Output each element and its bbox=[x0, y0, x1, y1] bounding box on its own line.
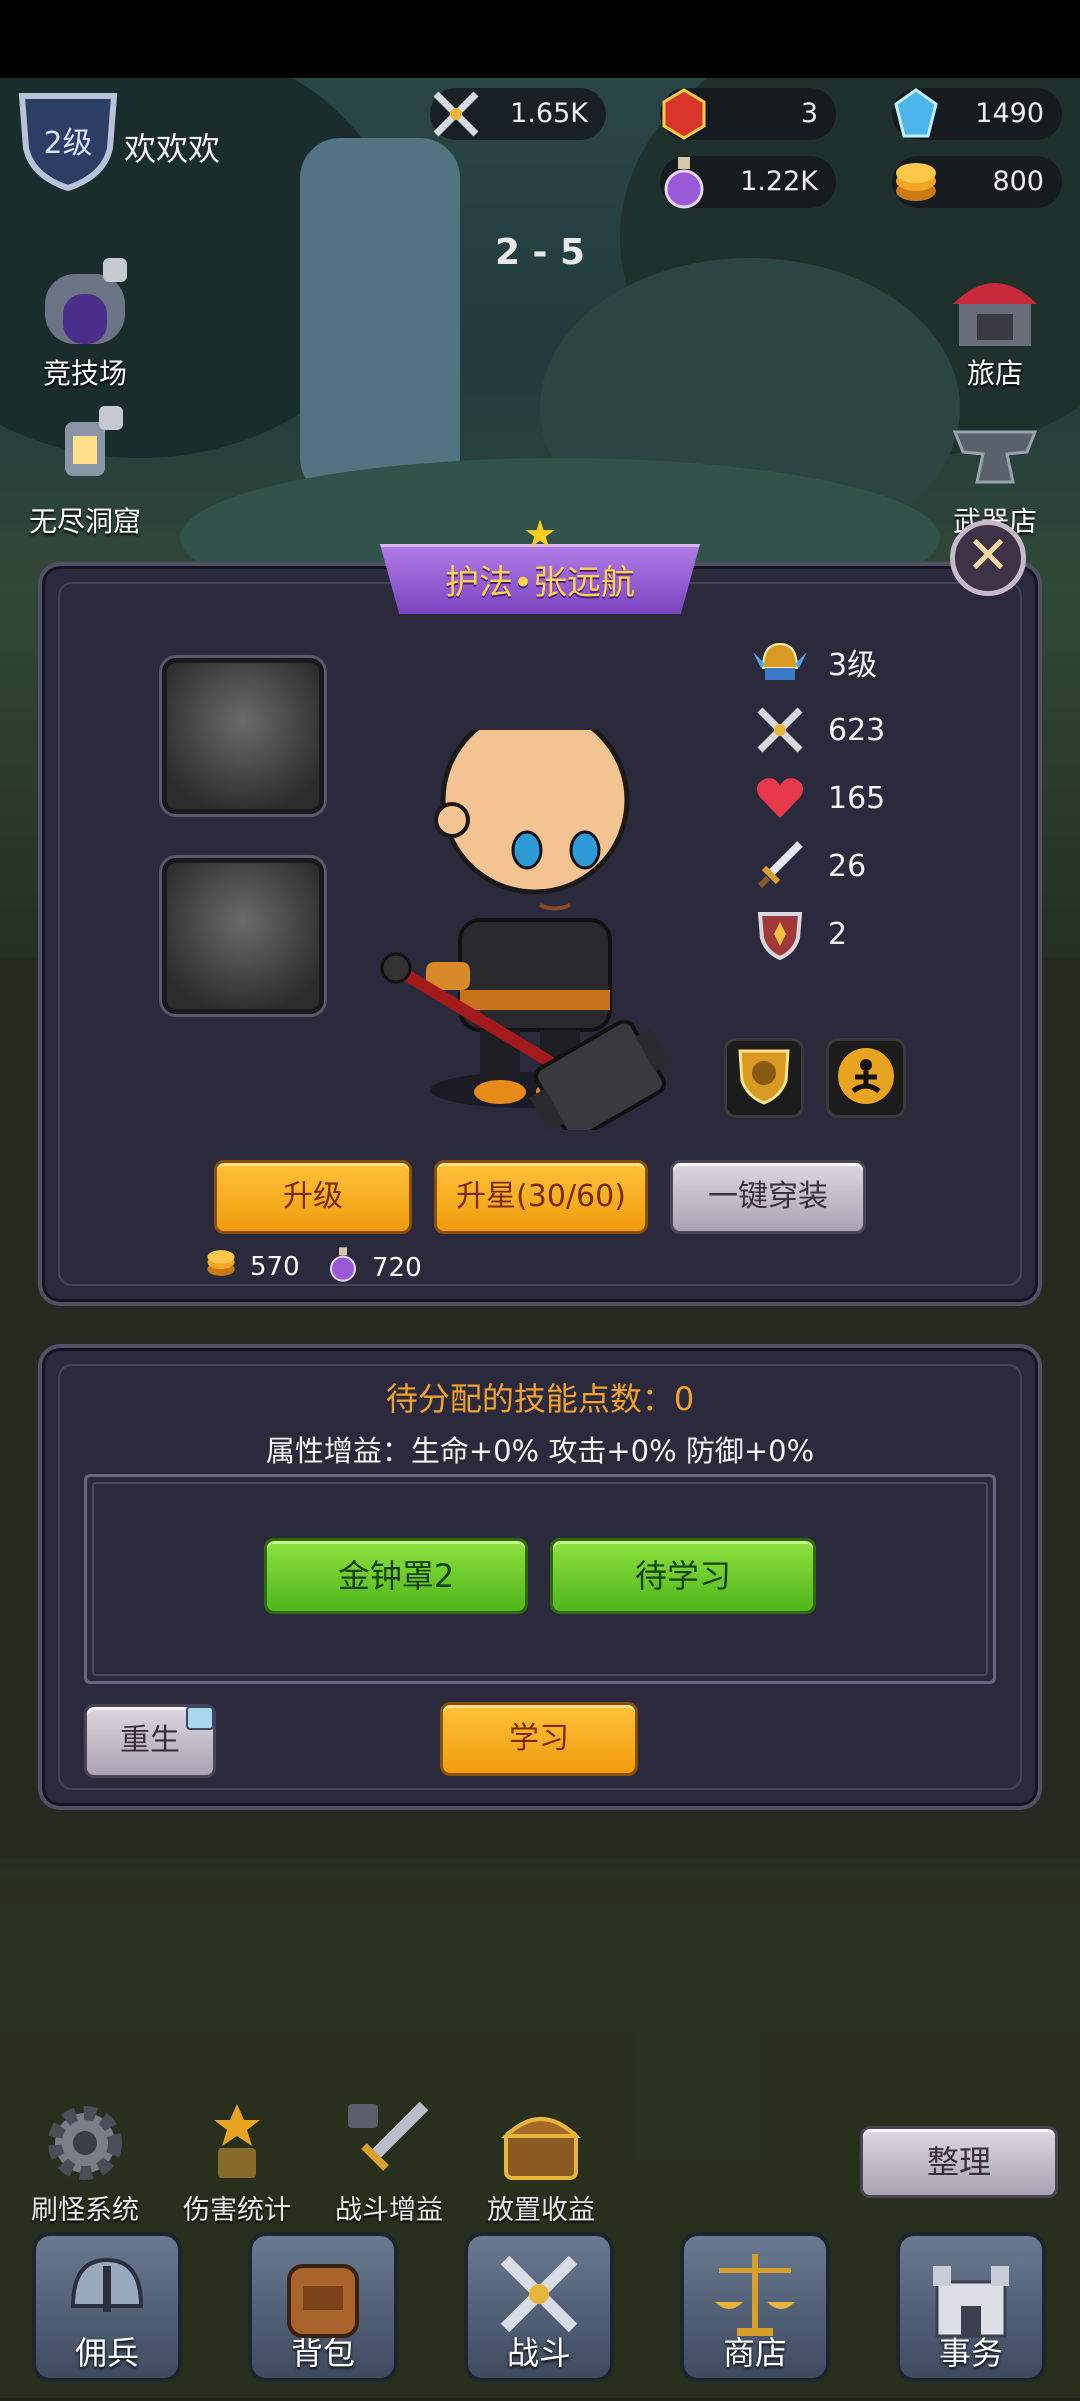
potion-icon bbox=[656, 154, 712, 210]
stat-defense-value: 2 bbox=[828, 916, 848, 952]
crossed-swords-icon bbox=[428, 86, 484, 142]
potion-icon bbox=[326, 1246, 360, 1289]
winged-helmet-icon bbox=[750, 634, 810, 690]
attribute-bonus-label: 属性增益：生命+0% 攻击+0% 防御+0% bbox=[265, 1434, 815, 1468]
stat-hp-value: 165 bbox=[828, 780, 886, 816]
upgrade-button[interactable]: 升级 bbox=[214, 1160, 412, 1234]
battle-boost-label: 战斗增益 bbox=[335, 2195, 443, 2226]
status-bar bbox=[0, 0, 1080, 78]
blue-gem-value: 1490 bbox=[975, 98, 1044, 129]
skill-slot-2-button[interactable]: 待学习 bbox=[550, 1538, 816, 1614]
trophy-star-icon bbox=[172, 2098, 302, 2188]
close-icon: ✕ bbox=[966, 526, 1010, 586]
endless-cave-button[interactable]: 无尽洞窟 bbox=[20, 402, 150, 540]
crossed-swords-icon bbox=[468, 2244, 610, 2344]
skill-points-label: 待分配的技能点数：0 bbox=[385, 1380, 695, 1418]
weapon-shop-button[interactable]: 武器店 bbox=[930, 402, 1060, 540]
coin-stack-icon bbox=[888, 154, 944, 210]
stat-level: 3级 bbox=[750, 634, 990, 690]
scales-icon bbox=[684, 2244, 826, 2344]
nav-mercenary[interactable]: 佣兵 bbox=[32, 2232, 182, 2382]
monster-system-label: 刷怪系统 bbox=[31, 2195, 139, 2226]
shield-icon bbox=[750, 906, 810, 962]
skill-slots-frame-inner bbox=[92, 1482, 988, 1676]
nav-affairs[interactable]: 事务 bbox=[896, 2232, 1046, 2382]
stat-attack-value: 26 bbox=[828, 848, 867, 884]
coin-cost-value: 570 bbox=[250, 1251, 300, 1282]
hero-character bbox=[380, 705, 671, 1141]
power-value: 1.65K bbox=[510, 98, 588, 129]
potion-cost-value: 720 bbox=[372, 1252, 422, 1283]
video-ad-icon bbox=[186, 1706, 214, 1730]
arena-gate-icon bbox=[35, 254, 135, 350]
lion-shield-skill-button[interactable] bbox=[724, 1038, 804, 1118]
rebirth-label: 重生 bbox=[120, 1723, 180, 1758]
idle-rewards-button[interactable]: 放置收益 bbox=[476, 2098, 606, 2227]
potion-value: 1.22K bbox=[740, 166, 818, 197]
stage-indicator: 2 - 5 bbox=[494, 232, 586, 273]
red-gem-icon bbox=[656, 86, 712, 142]
gear-icon bbox=[20, 2098, 150, 2188]
sword-tv-icon bbox=[324, 2098, 454, 2188]
battle-boost-button[interactable]: 战斗增益 bbox=[324, 2098, 454, 2227]
inn-icon bbox=[945, 254, 1045, 350]
coin-value: 800 bbox=[992, 166, 1044, 197]
meditation-icon bbox=[835, 1045, 897, 1111]
hero-name: 护法•张远航 bbox=[444, 563, 636, 603]
organize-button[interactable]: 整理 bbox=[860, 2126, 1058, 2198]
meditation-skill-button[interactable] bbox=[826, 1038, 906, 1118]
heart-icon bbox=[750, 770, 810, 826]
player-name: 欢欢欢 bbox=[124, 130, 221, 168]
sword-icon bbox=[750, 838, 810, 894]
equipment-slot-1[interactable] bbox=[162, 658, 324, 814]
stat-power-value: 623 bbox=[828, 712, 886, 748]
stat-level-value: 3级 bbox=[828, 648, 878, 683]
blue-gem-icon bbox=[888, 86, 944, 142]
coin-stack-icon bbox=[204, 1246, 238, 1287]
nav-battle[interactable]: 战斗 bbox=[464, 2232, 614, 2382]
treasure-chest-icon bbox=[476, 2098, 606, 2188]
damage-stats-button[interactable]: 伤害统计 bbox=[172, 2098, 302, 2227]
stat-defense: 2 bbox=[750, 906, 990, 962]
inn-button[interactable]: 旅店 bbox=[930, 254, 1060, 392]
cave-lantern-icon bbox=[35, 402, 135, 498]
castle-icon bbox=[900, 2244, 1042, 2344]
player-level: 2级 bbox=[43, 126, 93, 161]
equip-all-button[interactable]: 一键穿装 bbox=[670, 1160, 866, 1234]
red-gem-value: 3 bbox=[800, 98, 818, 129]
endless-cave-label: 无尽洞窟 bbox=[28, 505, 141, 538]
star-icon: ★ bbox=[523, 512, 558, 556]
skill-slot-1-button[interactable]: 金钟罩2 bbox=[264, 1538, 528, 1614]
upgrade-potion-cost: 720 bbox=[326, 1246, 422, 1289]
stat-power: 623 bbox=[750, 702, 990, 758]
arena-button[interactable]: 竞技场 bbox=[20, 254, 150, 392]
helmet-icon bbox=[36, 2244, 178, 2344]
backpack-icon bbox=[252, 2244, 394, 2344]
monster-system-button[interactable]: 刷怪系统 bbox=[20, 2098, 150, 2227]
stat-hp: 165 bbox=[750, 770, 990, 826]
damage-stats-label: 伤害统计 bbox=[183, 2195, 291, 2226]
inn-label: 旅店 bbox=[966, 357, 1023, 390]
arena-label: 竞技场 bbox=[42, 357, 127, 390]
upgrade-coin-cost: 570 bbox=[204, 1246, 300, 1287]
close-button[interactable]: ✕ bbox=[950, 520, 1026, 596]
learn-button[interactable]: 学习 bbox=[440, 1702, 638, 1776]
equipment-slot-2[interactable] bbox=[162, 858, 324, 1014]
idle-rewards-label: 放置收益 bbox=[487, 2195, 595, 2226]
star-up-button[interactable]: 升星(30/60) bbox=[434, 1160, 648, 1234]
nav-backpack[interactable]: 背包 bbox=[248, 2232, 398, 2382]
lion-shield-icon bbox=[734, 1045, 794, 1111]
stat-attack: 26 bbox=[750, 838, 990, 894]
anvil-icon bbox=[945, 402, 1045, 498]
crossed-swords-icon bbox=[750, 702, 810, 758]
nav-shop[interactable]: 商店 bbox=[680, 2232, 830, 2382]
